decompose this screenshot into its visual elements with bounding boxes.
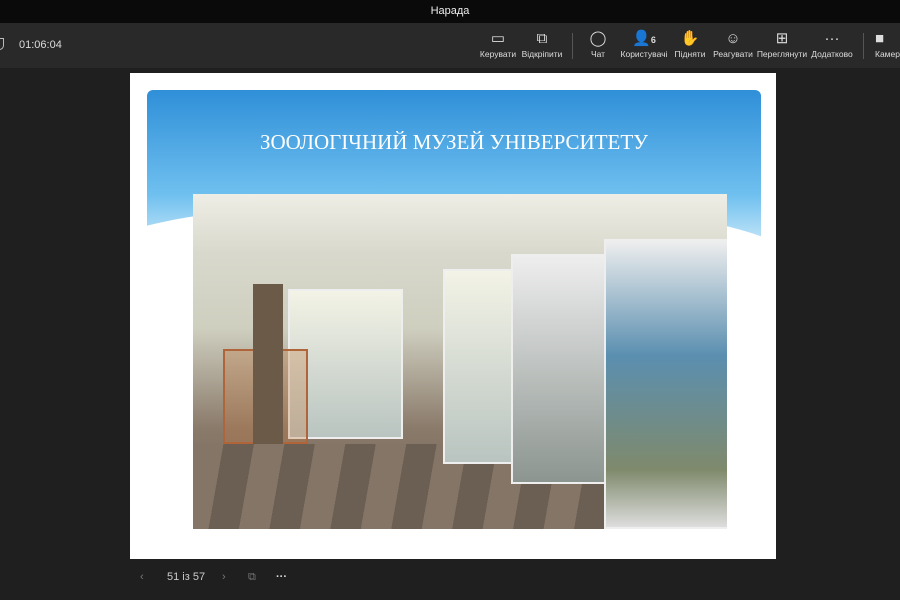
chat-button[interactable]: ◯ Чат [572, 29, 624, 59]
more-options-icon[interactable]: ··· [276, 571, 287, 583]
slide-counter: 51 із 57 [167, 571, 206, 583]
label: Відкріпити [521, 49, 563, 59]
display-case [604, 239, 727, 529]
label: Реагувати [713, 49, 753, 59]
meeting-toolbar: 01:06:04 ▭ Керувати ⧉ Відкріпити ◯ Чат 👤6 Ко… [0, 23, 900, 68]
display-case [443, 269, 513, 464]
slide-pager: ‹ 51 із 57 › ⧉ ··· [130, 566, 330, 592]
label: Керувати [479, 49, 517, 59]
tree-trunk [253, 284, 283, 444]
next-slide-icon[interactable]: › [222, 571, 226, 583]
label: Користувачі [620, 49, 668, 59]
label: Додатково [811, 49, 853, 59]
more-button[interactable]: ··· Додатково [806, 29, 858, 59]
react-button[interactable]: ☺ Реагувати [707, 29, 759, 59]
grid-view-icon: ⊞ [775, 30, 789, 47]
chat-icon: ◯ [589, 30, 607, 47]
people-icon: 👤6 [632, 30, 656, 47]
window-title: Нарада [0, 0, 900, 23]
display-case [511, 254, 606, 484]
slides-overview-icon[interactable]: ⧉ [248, 571, 256, 584]
camera-button[interactable]: ■ Камера [875, 29, 900, 59]
view-button[interactable]: ⊞ Переглянути [756, 29, 808, 59]
presentation-slide: ЗООЛОГІЧНИЙ МУЗЕЙ УНІВЕРСИТЕТУ [130, 73, 776, 559]
smiley-icon: ☺ [725, 30, 741, 47]
label: Підняти [674, 49, 706, 59]
camera-icon: ■ [875, 30, 885, 47]
meeting-timer: 01:06:04 [19, 39, 62, 51]
slide-title: ЗООЛОГІЧНИЙ МУЗЕЙ УНІВЕРСИТЕТУ [259, 130, 649, 154]
more-icon: ··· [824, 30, 840, 47]
prev-slide-icon[interactable]: ‹ [140, 571, 144, 583]
label: Чат [590, 49, 606, 59]
label: Камера [875, 49, 900, 59]
divider [863, 33, 864, 59]
label: Переглянути [756, 49, 808, 59]
popout-button[interactable]: ⧉ Відкріпити [516, 29, 568, 59]
shield-icon [0, 38, 4, 50]
museum-photo [193, 194, 727, 529]
popout-icon: ⧉ [536, 30, 548, 47]
people-button[interactable]: 👤6 Користувачі [618, 29, 670, 59]
people-count: 6 [650, 35, 656, 45]
